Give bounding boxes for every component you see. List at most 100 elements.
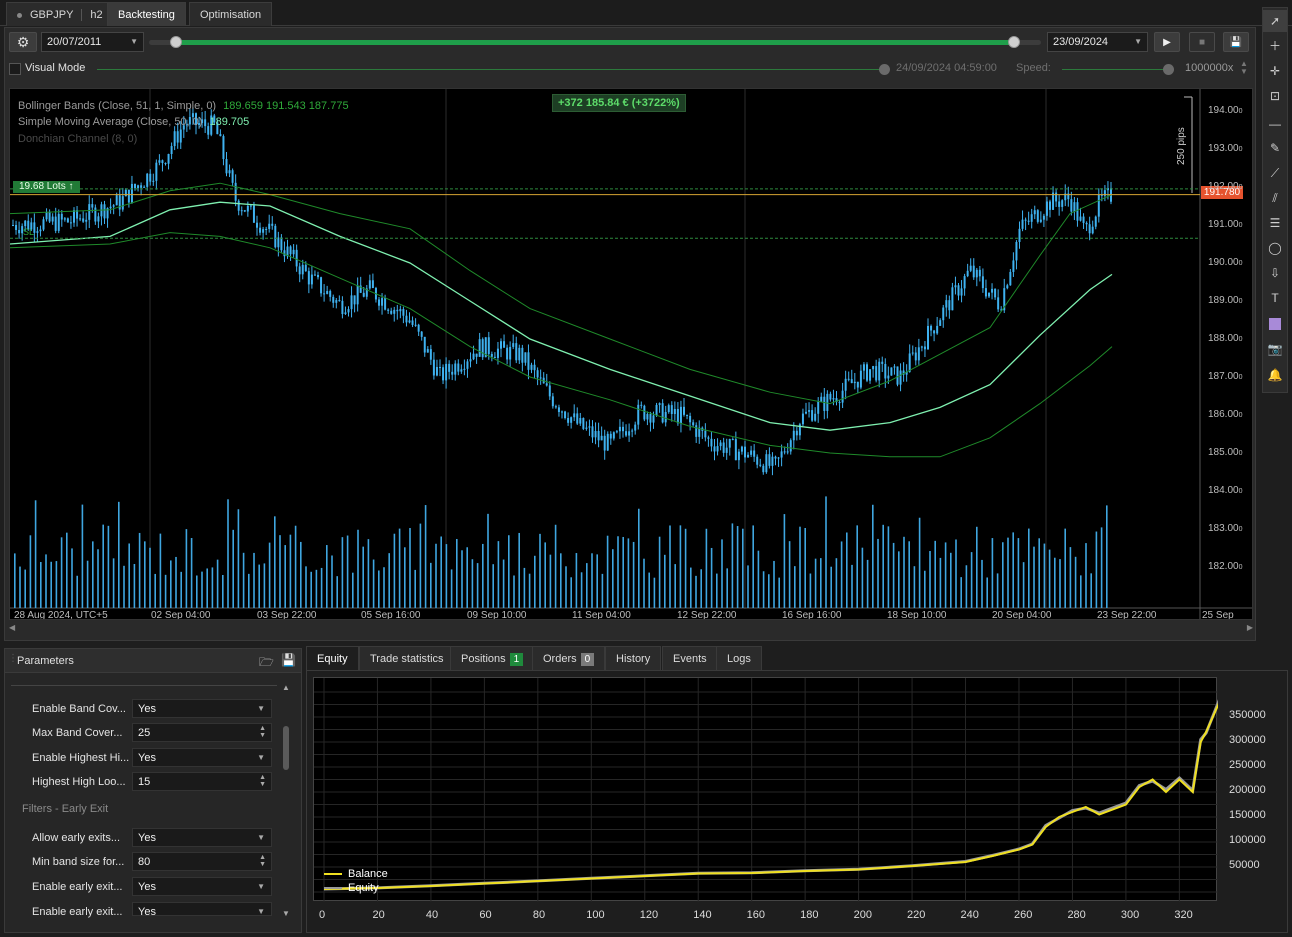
param-dropdown[interactable]: Yes ▼ xyxy=(132,748,272,767)
date-range-end-handle[interactable] xyxy=(1008,36,1020,48)
tab-separator xyxy=(81,9,83,22)
candle-body xyxy=(750,450,753,455)
scroll-right-icon[interactable]: ▶ xyxy=(1247,623,1253,632)
volume-bar xyxy=(248,573,250,608)
speed-slider-handle[interactable] xyxy=(1163,64,1174,75)
tab-positions[interactable]: Positions 1 xyxy=(450,646,535,670)
candle-body xyxy=(36,231,39,233)
zoom-tool[interactable]: ⊡ xyxy=(1263,85,1287,107)
param-spinner[interactable]: 80 ▲ ▼ xyxy=(132,852,272,871)
trend-line-tool[interactable]: ⟋ xyxy=(1263,162,1287,184)
candle-body xyxy=(115,195,118,206)
chevron-down-icon: ▼ xyxy=(257,753,265,762)
tab-optimisation[interactable]: Optimisation xyxy=(189,2,273,26)
horizontal-line-tool[interactable]: — xyxy=(1263,113,1287,135)
time-axis-label: 23 Sep 22:00 xyxy=(1097,610,1157,620)
volume-bar xyxy=(305,566,307,608)
arrow-tool[interactable]: ⇩ xyxy=(1263,262,1287,284)
color-tool[interactable] xyxy=(1263,312,1287,334)
cursor-tool[interactable]: ➚ xyxy=(1263,10,1287,32)
crosshair-tool[interactable]: ＋ xyxy=(1263,35,1287,57)
chart-horizontal-scrollbar[interactable]: ◀ ▶ xyxy=(9,623,1253,636)
param-dropdown[interactable]: Yes ▼ xyxy=(132,877,272,896)
candle-body xyxy=(109,206,112,209)
param-spinner[interactable]: 15 ▲ ▼ xyxy=(132,772,272,791)
candle-body xyxy=(847,378,850,380)
save-report-button[interactable]: 💾 xyxy=(1223,32,1249,52)
candle-body xyxy=(503,341,506,348)
tab-equity[interactable]: Equity xyxy=(306,646,359,670)
tab-backtesting[interactable]: Backtesting xyxy=(107,2,186,26)
parameters-scrollbar[interactable]: ▲ ▼ xyxy=(281,677,293,931)
visual-mode-progress-handle[interactable] xyxy=(879,64,890,75)
scroll-down-icon[interactable]: ▼ xyxy=(282,909,290,918)
play-button[interactable]: ▶ xyxy=(1154,32,1180,52)
text-tool[interactable]: T xyxy=(1263,287,1287,309)
tab-events[interactable]: Events xyxy=(662,646,718,670)
scroll-up-icon[interactable]: ▲ xyxy=(282,683,290,692)
tab-orders[interactable]: Orders 0 xyxy=(532,646,606,670)
volume-bar xyxy=(721,539,723,608)
candle-body xyxy=(1021,219,1024,229)
candle-body xyxy=(747,454,750,458)
tab-logs[interactable]: Logs xyxy=(716,646,762,670)
open-folder-icon[interactable]: 🗁 xyxy=(259,653,274,674)
pencil-tool[interactable]: ✎ xyxy=(1263,137,1287,159)
equity-chart[interactable]: Balance Equity xyxy=(313,677,1218,902)
candle-body xyxy=(1009,271,1012,286)
param-dropdown[interactable]: Yes ▼ xyxy=(132,902,272,916)
stop-button[interactable]: ■ xyxy=(1189,32,1215,52)
candle-body xyxy=(527,352,530,370)
candle-body xyxy=(862,364,865,371)
visual-mode-checkbox[interactable] xyxy=(9,63,21,75)
camera-icon: 📷 xyxy=(1267,342,1283,356)
ellipse-tool[interactable]: ◯ xyxy=(1263,237,1287,259)
volume-bar xyxy=(669,525,671,608)
candle-body xyxy=(442,367,445,381)
candle-body xyxy=(301,264,304,275)
end-date-picker[interactable]: 23/09/2024 ▼ xyxy=(1047,32,1148,52)
speed-spinner-icon[interactable]: ▲ ▼ xyxy=(1240,60,1248,76)
param-dropdown[interactable]: Yes ▼ xyxy=(132,828,272,847)
price-axis-label-subdigit: 0 xyxy=(1238,298,1243,305)
fibonacci-tool[interactable]: ☰ xyxy=(1263,212,1287,234)
channel-tool[interactable]: ⫽ xyxy=(1263,187,1287,209)
settings-gear-button[interactable]: ⚙ xyxy=(9,32,37,52)
candle-body xyxy=(63,218,66,220)
bollinger-legend: Bollinger Bands (Close, 51, 1, Simple, 0… xyxy=(18,100,349,112)
start-date-picker[interactable]: 20/07/2011 ▼ xyxy=(41,32,144,52)
speed-slider-track[interactable] xyxy=(1062,69,1168,70)
scroll-thumb[interactable] xyxy=(283,726,289,770)
param-label: Enable early exit... xyxy=(32,906,123,918)
start-date-value: 20/07/2011 xyxy=(47,36,102,48)
crosshair-measure-tool[interactable]: ✛ xyxy=(1263,60,1287,82)
volume-bar xyxy=(586,563,588,608)
tab-history[interactable]: History xyxy=(605,646,662,670)
param-dropdown[interactable]: Yes ▼ xyxy=(132,699,272,718)
date-range-start-handle[interactable] xyxy=(170,36,182,48)
visual-mode-progress-track[interactable] xyxy=(97,69,883,70)
volume-bar xyxy=(34,500,37,608)
candle-body xyxy=(259,227,262,233)
bell-icon: 🔔 xyxy=(1267,368,1283,382)
scroll-left-icon[interactable]: ◀ xyxy=(9,623,15,632)
candle-body xyxy=(820,396,823,402)
candle-body xyxy=(789,440,792,452)
volume-bar xyxy=(788,541,791,608)
candle-body xyxy=(402,309,405,316)
alert-tool[interactable]: 🔔 xyxy=(1263,364,1287,386)
volume-bar xyxy=(892,542,895,608)
candle-body xyxy=(426,349,429,353)
candle-body xyxy=(567,418,570,423)
volume-bar xyxy=(955,539,957,608)
tab-symbol-chart[interactable]: GBPJPY h2 xyxy=(6,2,114,26)
param-spinner[interactable]: 25 ▲ ▼ xyxy=(132,723,272,742)
save-icon[interactable]: 💾 xyxy=(281,653,296,667)
tab-trade-statistics[interactable]: Trade statistics xyxy=(359,646,455,670)
position-lots-badge[interactable]: 19.68 Lots ↑ xyxy=(13,181,80,193)
volume-bar xyxy=(284,545,286,608)
volume-bar xyxy=(762,571,765,608)
screenshot-tool[interactable]: 📷 xyxy=(1263,338,1287,360)
price-chart[interactable]: Bollinger Bands (Close, 51, 1, Simple, 0… xyxy=(9,88,1253,620)
candle-body xyxy=(1088,224,1091,234)
